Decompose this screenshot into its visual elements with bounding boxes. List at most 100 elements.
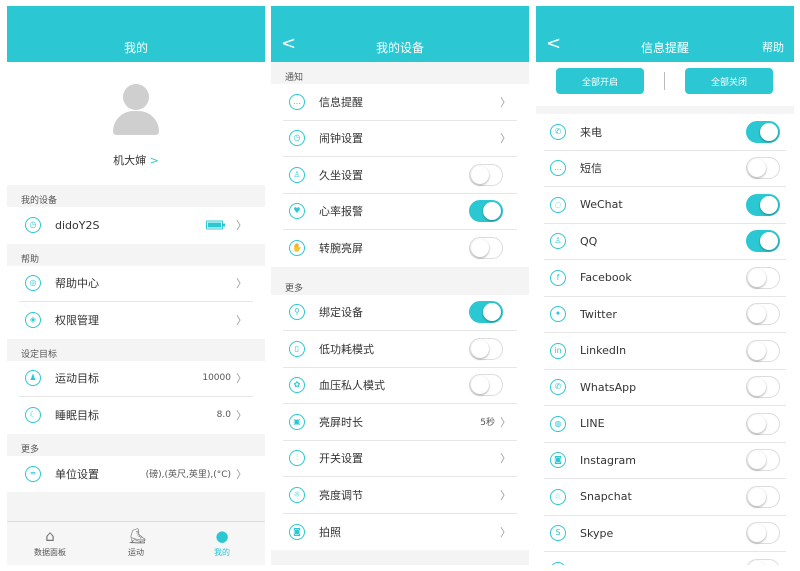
app-row: f Facebook: [544, 260, 786, 297]
chevron-right-icon: >: [149, 154, 159, 167]
chevron-right-icon: 〉: [500, 95, 511, 109]
app-toggle[interactable]: [746, 376, 780, 399]
section-header-more: 更多: [21, 444, 40, 455]
chevron-right-icon: 〉: [236, 314, 247, 328]
help-icon: ◎: [25, 275, 41, 292]
app-row: ✆ 来电: [544, 114, 786, 151]
bind-icon: ⚲: [289, 304, 305, 321]
help-center-row[interactable]: ◎ 帮助中心 〉: [19, 266, 253, 302]
linkedin-icon: in: [550, 342, 566, 359]
heart-rate-row: ♥ 心率报警: [283, 194, 517, 230]
low-power-row: ▯ 低功耗模式: [283, 331, 517, 368]
row-label: 转腕亮屏: [319, 242, 363, 256]
unit-settings-label: 单位设置: [55, 467, 99, 481]
app-row: … 短信: [544, 151, 786, 187]
home-icon: ⌂: [45, 527, 55, 545]
switch-settings-row[interactable]: ⫶ 开关设置 〉: [283, 441, 517, 477]
app-label: LINE: [580, 417, 605, 431]
qq-icon: ♙: [550, 233, 566, 250]
tab-label: 运动: [128, 548, 144, 557]
sleep-goal-row[interactable]: ☾ 睡眠目标 8.0 〉: [19, 397, 253, 434]
screen-time-row[interactable]: ▣ 亮屏时长 5秒 〉: [283, 404, 517, 441]
app-label: 来电: [580, 125, 602, 139]
bind-device-row: ⚲ 绑定设备: [283, 295, 517, 331]
bind-toggle[interactable]: [469, 301, 503, 324]
twitter-icon: ✦: [550, 306, 566, 323]
unit-settings-row[interactable]: ═ 单位设置 (磅),(英尺,英里),(°C) 〉: [19, 456, 253, 493]
app-toggle[interactable]: [746, 120, 780, 143]
app-toggle[interactable]: [746, 266, 780, 289]
step-goal-label: 运动目标: [55, 372, 99, 386]
wrist-toggle[interactable]: [469, 237, 503, 260]
app-toggle[interactable]: [746, 230, 780, 253]
app-notification-list: ✆ 来电 … 短信 ◌ WeChat ♙ QQ f Facebook ✦ Twitter in Linke…: [536, 114, 794, 565]
chevron-right-icon: 〉: [236, 219, 247, 233]
app-label: Snapchat: [580, 490, 632, 504]
step-icon: ♟: [25, 370, 41, 387]
watch-icon: ◷: [25, 217, 41, 234]
tab-sport[interactable]: ⛸ 运动: [93, 522, 179, 565]
moon-icon: ☾: [25, 407, 41, 424]
app-row: ◙ Instagram: [544, 443, 786, 479]
tab-dashboard[interactable]: ⌂ 数据面板: [7, 522, 93, 565]
sedentary-toggle[interactable]: [469, 163, 503, 186]
enable-all-button[interactable]: 全部开启: [556, 68, 644, 94]
permission-icon: ◈: [25, 312, 41, 329]
alarm-row[interactable]: ◷ 闹钟设置 〉: [283, 121, 517, 157]
message-reminder-row[interactable]: … 信息提醒 〉: [283, 84, 517, 121]
chevron-right-icon: 〉: [500, 415, 511, 429]
app-toggle[interactable]: [746, 157, 780, 180]
gmail-icon: M: [550, 562, 566, 565]
blood-pressure-toggle[interactable]: [469, 374, 503, 397]
chevron-right-icon: 〉: [236, 467, 247, 481]
row-label: 拍照: [319, 525, 341, 539]
row-label: 闹钟设置: [319, 132, 363, 146]
screen-time-value: 5秒: [480, 418, 495, 429]
battery-icon: [206, 220, 225, 230]
app-toggle[interactable]: [746, 412, 780, 435]
app-toggle[interactable]: [746, 559, 780, 565]
app-toggle[interactable]: [746, 485, 780, 508]
whatsapp-icon: ✆: [550, 379, 566, 396]
screen-time-icon: ▣: [289, 413, 305, 430]
help-button[interactable]: 帮助: [762, 39, 784, 55]
facebook-icon: f: [550, 269, 566, 286]
message-reminder-screen: < 信息提醒 帮助 全部开启 全部关闭 ✆ 来电 … 短信 ◌ WeChat ♙ QQ f Fac…: [536, 6, 794, 565]
page-title: 我的设备: [375, 41, 424, 55]
row-label: 血压私人模式: [319, 379, 385, 393]
section-header-help: 帮助: [21, 254, 40, 265]
device-row[interactable]: ◷ didoY2S 〉: [19, 207, 253, 244]
row-label: 亮度调节: [319, 488, 363, 502]
step-goal-row[interactable]: ♟ 运动目标 10000 〉: [19, 361, 253, 397]
heart-rate-toggle[interactable]: [469, 200, 503, 223]
section-header-my-devices: 我的设备: [21, 196, 58, 206]
bulk-actions: 全部开启 全部关闭: [536, 62, 794, 106]
unit-settings-value: (磅),(英尺,英里),(°C): [145, 470, 231, 481]
chevron-right-icon: 〉: [500, 488, 511, 502]
app-toggle[interactable]: [746, 303, 780, 326]
low-power-toggle[interactable]: [469, 337, 503, 360]
app-label: LinkedIn: [580, 344, 627, 358]
shoe-icon: ⛸: [128, 527, 148, 545]
profile-name-row[interactable]: 机大婶 >: [7, 152, 265, 168]
camera-row[interactable]: ◙ 拍照 〉: [283, 514, 517, 551]
disable-all-button[interactable]: 全部关闭: [685, 68, 773, 94]
permission-row[interactable]: ◈ 权限管理 〉: [19, 302, 253, 339]
app-toggle[interactable]: [746, 339, 780, 362]
page-title: 信息提醒: [640, 41, 689, 55]
profile-card[interactable]: 机大婶 >: [7, 62, 265, 185]
bottom-tab-bar: ⌂ 数据面板 ⛸ 运动 ● 我的: [7, 521, 265, 565]
help-center-label: 帮助中心: [55, 277, 99, 291]
chevron-right-icon: 〉: [236, 409, 247, 423]
app-toggle[interactable]: [746, 522, 780, 545]
row-label: 亮屏时长: [319, 415, 363, 429]
switch-icon: ⫶: [289, 450, 305, 467]
avatar[interactable]: [113, 84, 159, 136]
app-toggle[interactable]: [746, 449, 780, 472]
app-row: M Gmail: [544, 552, 786, 565]
chevron-right-icon: 〉: [236, 277, 247, 291]
tab-label: 数据面板: [34, 548, 66, 557]
tab-me[interactable]: ● 我的: [179, 522, 265, 565]
app-toggle[interactable]: [746, 193, 780, 216]
brightness-row[interactable]: ☼ 亮度调节 〉: [283, 477, 517, 514]
